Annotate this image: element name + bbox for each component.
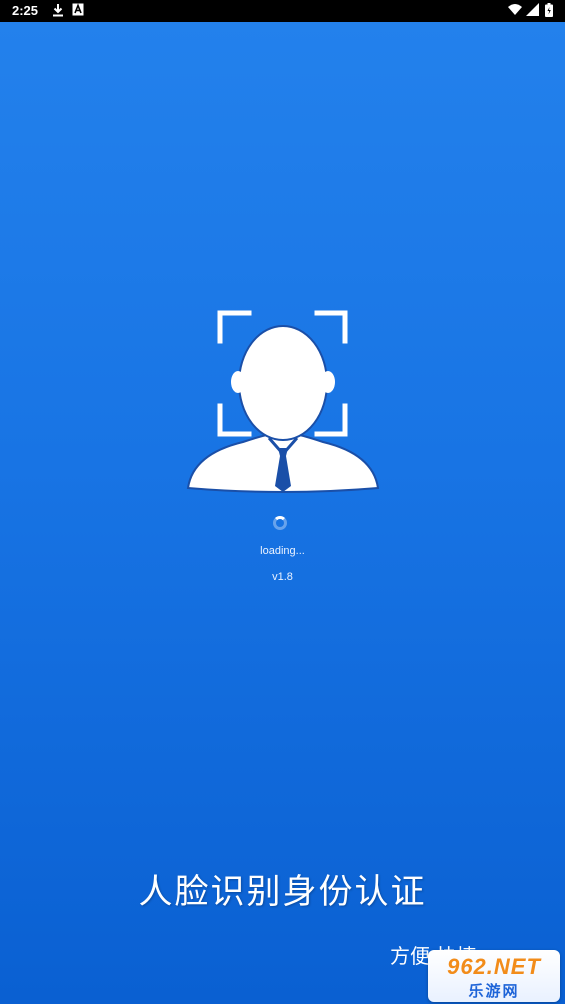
slogan-title: 人脸识别身份认证 — [138, 872, 427, 912]
battery-icon — [545, 3, 553, 20]
status-time: 2:25 — [12, 3, 39, 18]
loading-spinner — [273, 516, 287, 530]
splash-screen: loading... v1.8 人脸识别身份认证 方便 快捷 962.NET 乐… — [0, 22, 565, 1004]
loading-text: loading... — [260, 545, 305, 557]
watermark-bottom-text: 乐游网 — [468, 982, 520, 1000]
watermark-top-text: 962.NET — [447, 954, 541, 979]
version-label: v1.8 — [272, 571, 293, 583]
face-recognition-icon — [183, 308, 383, 502]
a-badge-icon — [72, 3, 84, 19]
download-icon — [52, 3, 64, 20]
status-bar: 2:25 — [0, 0, 565, 22]
watermark-logo: 962.NET 乐游网 — [428, 950, 560, 1002]
wifi-icon — [508, 3, 522, 19]
signal-icon — [526, 3, 539, 19]
